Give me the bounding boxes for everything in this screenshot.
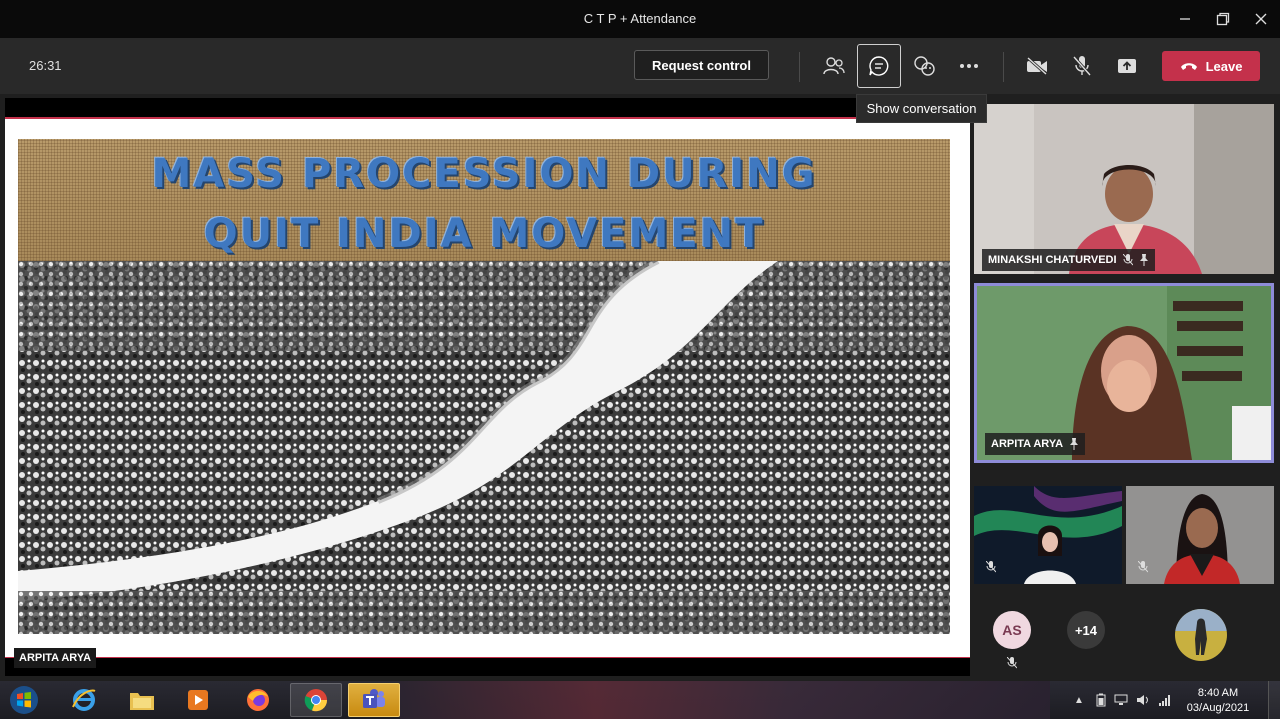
start-button-icon[interactable] bbox=[2, 683, 46, 717]
chrome-icon[interactable] bbox=[290, 683, 342, 717]
crowd-photo bbox=[18, 261, 950, 634]
close-icon[interactable] bbox=[1248, 6, 1274, 32]
mic-off-icon[interactable] bbox=[1060, 44, 1104, 88]
clock-date: 03/Aug/2021 bbox=[1186, 702, 1250, 714]
window-titlebar: C T P + Attendance bbox=[0, 0, 1280, 38]
slide-title-line2: QUIT INDIA MOVEMENT bbox=[203, 211, 765, 257]
participant-video bbox=[1126, 486, 1274, 584]
mic-off-icon bbox=[1137, 560, 1149, 578]
presenter-name: ARPITA ARYA bbox=[14, 648, 97, 668]
participant-name: ARPITA ARYA bbox=[991, 438, 1064, 450]
share-tray-icon[interactable] bbox=[1105, 44, 1149, 88]
avatar-photo bbox=[1175, 609, 1227, 661]
video-tile-aurora[interactable] bbox=[974, 486, 1122, 584]
more-participants-button[interactable]: +14 bbox=[1067, 611, 1105, 649]
meeting-timer: 26:31 bbox=[29, 58, 62, 73]
file-explorer-icon[interactable] bbox=[116, 683, 168, 717]
network-icon[interactable] bbox=[1114, 693, 1128, 707]
video-tile-arpita[interactable]: ARPITA ARYA bbox=[974, 283, 1274, 463]
more-options-icon[interactable] bbox=[947, 44, 991, 88]
internet-explorer-icon[interactable] bbox=[58, 683, 110, 717]
leave-button[interactable]: Leave bbox=[1162, 51, 1260, 81]
participant-name-tag: ARPITA ARYA bbox=[985, 433, 1086, 455]
taskbar-clock[interactable]: 8:40 AM 03/Aug/2021 bbox=[1185, 686, 1251, 716]
clock-time: 8:40 AM bbox=[1197, 687, 1239, 699]
leave-label: Leave bbox=[1205, 58, 1243, 74]
video-tile-participant[interactable] bbox=[1126, 486, 1274, 584]
signal-strength-icon[interactable] bbox=[1158, 693, 1172, 707]
participant-video bbox=[974, 486, 1122, 584]
window-title: C T P + Attendance bbox=[583, 11, 697, 26]
mic-off-icon bbox=[1122, 254, 1133, 266]
request-control-button[interactable]: Request control bbox=[634, 50, 769, 80]
video-tile-minakshi[interactable]: MINAKSHI CHATURVEDI bbox=[974, 104, 1274, 274]
pin-icon bbox=[1070, 438, 1079, 450]
os-taskbar: ▲ 8:40 AM 03/Aug/2021 bbox=[0, 681, 1280, 719]
stage-divider bbox=[5, 657, 970, 658]
toolbar-divider bbox=[799, 52, 800, 82]
camera-off-icon[interactable] bbox=[1015, 44, 1059, 88]
show-hidden-icons-icon[interactable]: ▲ bbox=[1072, 693, 1086, 707]
shared-screen: MASS PROCESSION DURING QUIT INDIA MOVEME… bbox=[5, 98, 970, 676]
slide-image: MASS PROCESSION DURING QUIT INDIA MOVEME… bbox=[18, 139, 950, 634]
avatar[interactable]: AS bbox=[993, 611, 1031, 649]
avatar[interactable] bbox=[1175, 609, 1227, 661]
pin-icon bbox=[1139, 254, 1148, 266]
meeting-toolbar: 26:31 Request control Leave bbox=[0, 38, 1280, 94]
participant-name-tag: MINAKSHI CHATURVEDI bbox=[982, 249, 1155, 271]
maximize-icon[interactable] bbox=[1210, 6, 1236, 32]
mic-off-icon bbox=[985, 560, 997, 578]
raise-hand-icon[interactable] bbox=[902, 44, 946, 88]
mic-off-icon bbox=[1006, 656, 1018, 674]
tooltip: Show conversation bbox=[856, 94, 987, 123]
volume-icon[interactable] bbox=[1136, 693, 1150, 707]
participant-name: MINAKSHI CHATURVEDI bbox=[988, 254, 1117, 266]
slide-title-line1: MASS PROCESSION DURING bbox=[151, 151, 817, 197]
toolbar-divider bbox=[1003, 52, 1004, 82]
teams-icon[interactable] bbox=[348, 683, 400, 717]
presentation-slide: MASS PROCESSION DURING QUIT INDIA MOVEME… bbox=[5, 117, 970, 657]
show-desktop-button[interactable] bbox=[1268, 681, 1280, 719]
media-player-icon[interactable] bbox=[172, 683, 224, 717]
firefox-icon[interactable] bbox=[232, 683, 284, 717]
participants-icon[interactable] bbox=[812, 44, 856, 88]
show-conversation-icon[interactable] bbox=[857, 44, 901, 88]
taskbar-background-art bbox=[400, 681, 1050, 719]
phone-hangup-icon bbox=[1180, 63, 1197, 70]
battery-icon[interactable] bbox=[1094, 693, 1108, 707]
minimize-icon[interactable] bbox=[1172, 6, 1198, 32]
